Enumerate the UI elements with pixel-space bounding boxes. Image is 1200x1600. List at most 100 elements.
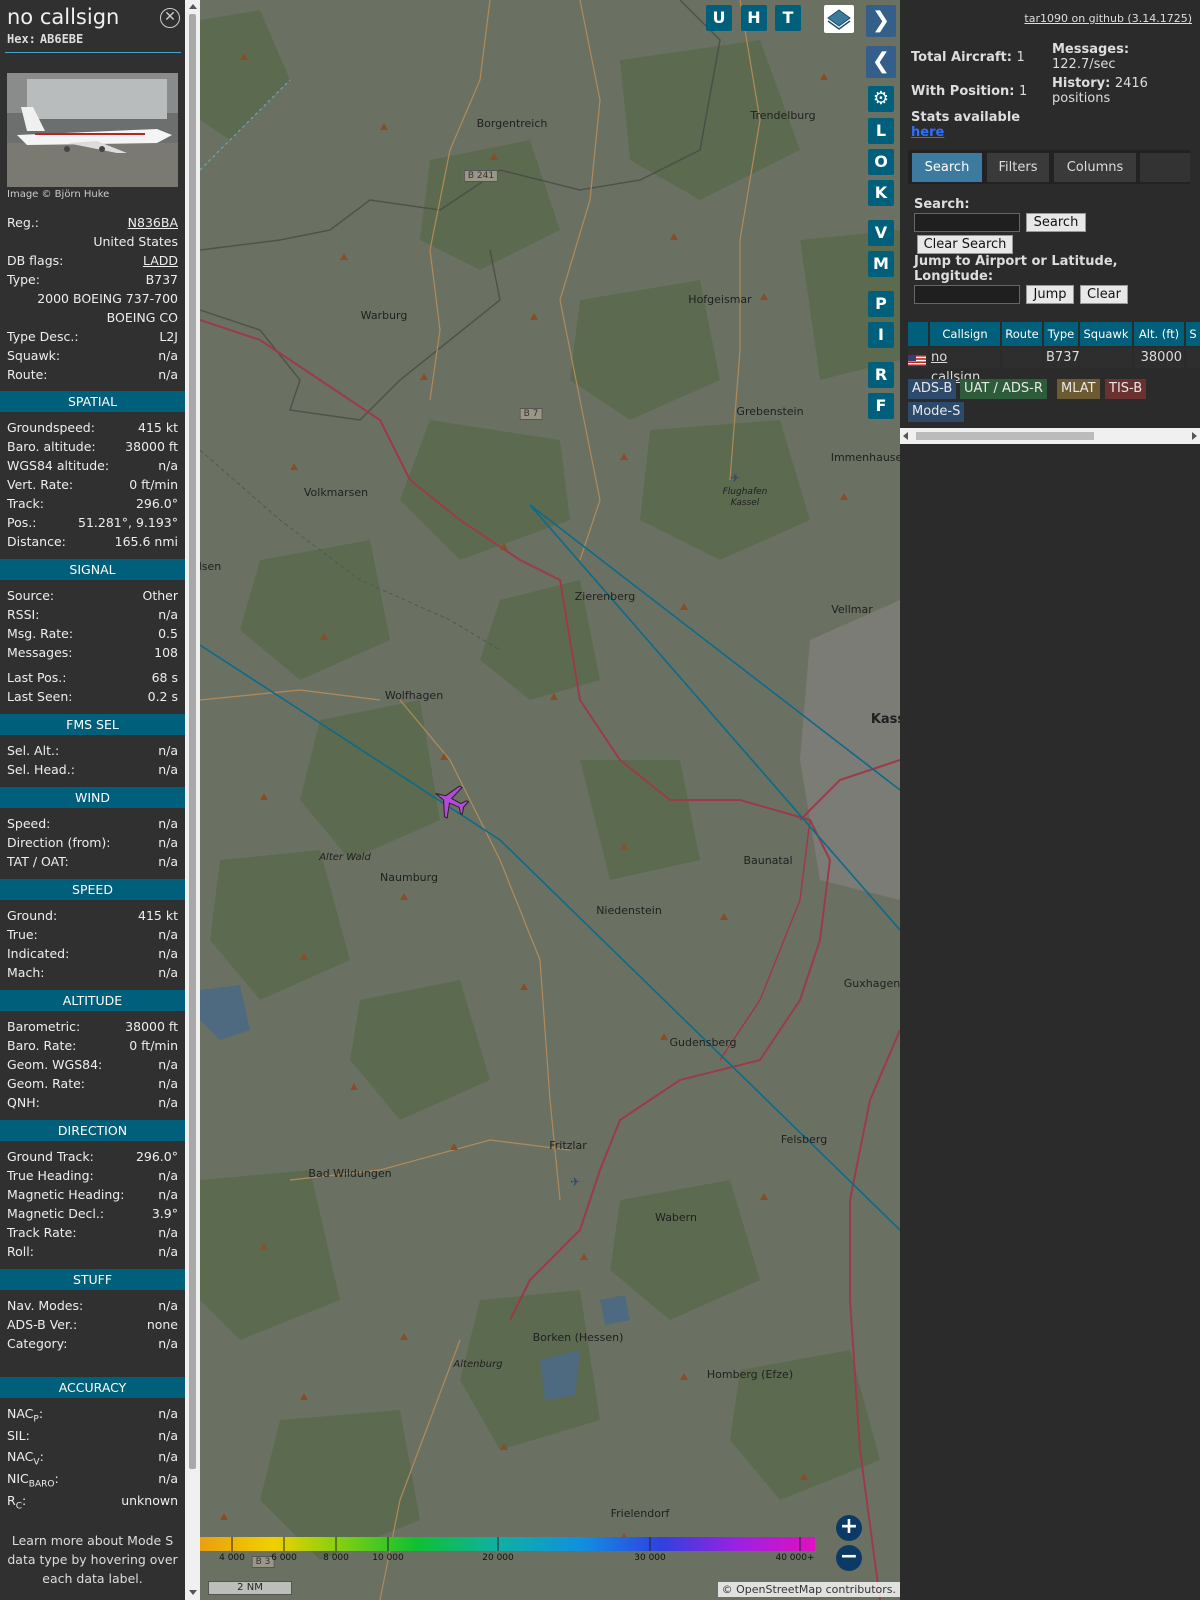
value: n/a [158, 1336, 178, 1351]
label: Messages: [7, 645, 73, 660]
tab-columns[interactable]: Columns [1054, 153, 1136, 182]
toggle-i-button[interactable]: I [868, 322, 894, 348]
type-full-value: 2000 BOEING 737-700 [37, 291, 178, 306]
expand-right-icon[interactable]: ❯ [866, 5, 896, 37]
toggle-h-button[interactable]: H [741, 5, 767, 31]
aircraft-marker-icon[interactable] [430, 782, 472, 820]
row-type: B737 [1044, 348, 1080, 368]
layers-icon [827, 9, 851, 30]
close-icon[interactable]: ✕ [160, 8, 180, 28]
info-panel-scrollbar[interactable] [185, 0, 200, 1600]
toggle-p-button[interactable]: P [868, 291, 894, 317]
toggle-o-button[interactable]: O [868, 149, 894, 175]
github-link[interactable]: tar1090 on github (3.14.1725) [1024, 12, 1192, 25]
toggle-r-button[interactable]: R [868, 362, 894, 388]
colorbar-label: 4 000 [219, 1553, 245, 1563]
value: 0.5 [158, 626, 178, 641]
zoom-out-icon[interactable]: − [836, 1545, 862, 1571]
toggle-m-button[interactable]: M [868, 251, 894, 277]
osm-link[interactable]: OpenStreetMap [736, 1583, 822, 1596]
table-header-callsign[interactable]: Callsign [930, 322, 1000, 346]
label-sub: C [15, 1501, 22, 1512]
colorbar-label: 10 000 [372, 1553, 404, 1563]
place-label: Wolfhagen [384, 689, 444, 702]
table-header-speed[interactable]: S [1186, 322, 1200, 346]
label: ADS-B Ver.: [7, 1317, 78, 1332]
value: n/a [158, 1095, 178, 1110]
clear-search-button[interactable]: Clear Search [917, 235, 1013, 254]
row-callsign[interactable]: no callsign [930, 348, 1000, 385]
table-header-altitude[interactable]: Alt. (ft) [1134, 322, 1184, 346]
search-button[interactable]: Search [1026, 213, 1086, 232]
stuff-cat: Category: n/a [7, 1336, 178, 1353]
jump-input[interactable] [914, 285, 1020, 304]
place-label: Kass [870, 712, 900, 727]
spatial-track: Track: 296.0° [7, 496, 178, 513]
value: n/a [158, 1076, 178, 1091]
toggle-u-button[interactable]: U [706, 5, 732, 31]
value: 0.2 s [147, 689, 178, 704]
search-input[interactable] [914, 213, 1020, 232]
tab-extra[interactable] [1140, 153, 1190, 182]
scroll-right-arrow-icon[interactable] [1192, 432, 1197, 440]
table-header-type[interactable]: Type [1044, 322, 1078, 346]
value: n/a [158, 458, 178, 473]
map-view[interactable]: ✈ ✈ Borgentreich Trendelburg Hofgeismar … [200, 0, 900, 1600]
label: Sel. Alt.: [7, 743, 60, 758]
label: Ground Track: [7, 1149, 94, 1164]
value: unknown [121, 1493, 178, 1508]
clear-button[interactable]: Clear [1080, 285, 1128, 304]
place-label: Homberg (Efze) [706, 1368, 794, 1381]
photo-credit: Image © Björn Huke [7, 189, 110, 200]
value: n/a [158, 835, 178, 850]
speed-true: True: n/a [7, 927, 178, 944]
value: n/a [158, 1449, 178, 1464]
toggle-t-button[interactable]: T [775, 5, 801, 31]
table-horizontal-scrollbar[interactable] [900, 428, 1200, 444]
map-background: ✈ ✈ [200, 0, 900, 1600]
label: Distance: [7, 534, 66, 549]
label: Roll: [7, 1244, 34, 1259]
scrollbar-thumb[interactable] [189, 14, 196, 1469]
legend-adsb: ADS-B [908, 379, 957, 399]
reg-link[interactable]: N836BA [128, 215, 178, 230]
scroll-left-arrow-icon[interactable] [903, 432, 908, 440]
tab-filters[interactable]: Filters [987, 153, 1049, 182]
section-signal: SIGNAL [0, 559, 185, 580]
reg-label: Reg.: [7, 215, 39, 230]
dbflags-link[interactable]: LADD [143, 253, 178, 268]
jump-button[interactable]: Jump [1026, 285, 1074, 304]
table-header-route[interactable]: Route [1002, 322, 1042, 346]
us-flag-icon [908, 348, 928, 368]
altitude-geom: Geom. WGS84: n/a [7, 1057, 178, 1074]
table-header-squawk[interactable]: Squawk [1080, 322, 1132, 346]
label-text: NAC [7, 1406, 34, 1421]
scroll-up-arrow-icon[interactable] [189, 4, 197, 9]
settings-gear-icon[interactable]: ⚙ [868, 86, 894, 112]
aircraft-photo[interactable] [7, 73, 178, 187]
toggle-v-button[interactable]: V [868, 220, 894, 246]
value: n/a [158, 1298, 178, 1313]
detail-manufacturer: BOEING CO [7, 310, 178, 327]
layers-button[interactable] [824, 5, 854, 33]
label: NACV: [7, 1449, 44, 1468]
label: Ground: [7, 908, 58, 923]
scroll-down-arrow-icon[interactable] [189, 1590, 197, 1595]
toggle-k-button[interactable]: K [868, 180, 894, 206]
toggle-f-button[interactable]: F [868, 393, 894, 419]
label: WGS84 altitude: [7, 458, 110, 473]
detail-dbflags: DB flags: LADD [7, 253, 178, 270]
label: TAT / OAT: [7, 854, 69, 869]
value: n/a [158, 965, 178, 980]
toggle-l-button[interactable]: L [868, 118, 894, 144]
row-speed [1186, 348, 1200, 368]
scrollbar-thumb[interactable] [916, 432, 1094, 440]
tab-search[interactable]: Search [912, 153, 982, 182]
detail-reg: Reg.: N836BA [7, 215, 178, 232]
value: n/a [158, 927, 178, 942]
label: Last Pos.: [7, 670, 67, 685]
place-label: Altenburg [453, 1359, 503, 1370]
collapse-left-icon[interactable]: ❮ [866, 46, 896, 78]
stats-here-link[interactable]: here [911, 125, 944, 140]
zoom-in-icon[interactable]: + [836, 1515, 862, 1541]
